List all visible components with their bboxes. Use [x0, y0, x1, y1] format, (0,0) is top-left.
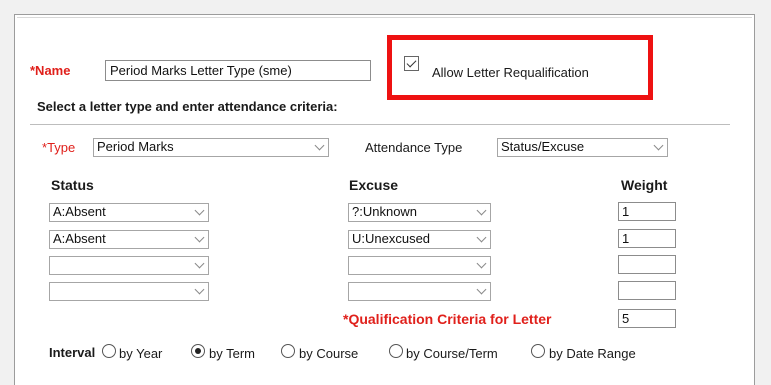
- radio-selected-icon: [195, 348, 201, 354]
- type-value: Period Marks: [97, 139, 174, 154]
- instruction-text: Select a letter type and enter attendanc…: [37, 99, 338, 114]
- name-input[interactable]: Period Marks Letter Type (sme): [105, 60, 371, 81]
- excuse-select-4[interactable]: [348, 282, 491, 301]
- weight-input-2[interactable]: 1: [618, 229, 676, 248]
- chevron-down-icon: [653, 140, 664, 151]
- attendance-type-value: Status/Excuse: [501, 139, 585, 154]
- radio-by-year-label: by Year: [119, 346, 163, 361]
- chevron-down-icon: [476, 258, 487, 269]
- chevron-down-icon: [194, 258, 205, 269]
- excuse-value: U:Unexcused: [352, 231, 431, 246]
- status-select-4[interactable]: [49, 282, 209, 301]
- radio-by-term[interactable]: [191, 344, 205, 358]
- radio-by-date-range[interactable]: [531, 344, 545, 358]
- status-select-3[interactable]: [49, 256, 209, 275]
- requalification-checkbox[interactable]: [404, 56, 419, 71]
- radio-by-date-range-label: by Date Range: [549, 346, 636, 361]
- radio-by-course-term[interactable]: [389, 344, 403, 358]
- type-label: *Type: [42, 140, 76, 155]
- chevron-down-icon: [476, 284, 487, 295]
- qualification-input[interactable]: 5: [618, 309, 676, 328]
- radio-by-course-label: by Course: [299, 346, 359, 361]
- radio-by-course[interactable]: [281, 344, 295, 358]
- excuse-value: ?:Unknown: [352, 204, 418, 219]
- divider: [30, 124, 730, 125]
- radio-by-course-term-label: by Course/Term: [406, 346, 498, 361]
- weight-input-1[interactable]: 1: [618, 202, 676, 221]
- weight-column-header: Weight: [621, 177, 668, 193]
- chevron-down-icon: [194, 232, 205, 243]
- status-column-header: Status: [51, 177, 94, 193]
- qualification-label: *Qualification Criteria for Letter: [343, 311, 552, 327]
- chevron-down-icon: [194, 205, 205, 216]
- panel-top-border: [17, 17, 752, 18]
- attendance-type-select[interactable]: Status/Excuse: [497, 138, 668, 157]
- interval-label: Interval: [49, 345, 96, 360]
- status-select-2[interactable]: A:Absent: [49, 230, 209, 249]
- chevron-down-icon: [476, 232, 487, 243]
- status-value: A:Absent: [53, 231, 106, 246]
- weight-input-3[interactable]: [618, 255, 676, 274]
- excuse-select-1[interactable]: ?:Unknown: [348, 203, 491, 222]
- checkbox-check-icon: [406, 57, 417, 68]
- status-select-1[interactable]: A:Absent: [49, 203, 209, 222]
- chevron-down-icon: [194, 284, 205, 295]
- radio-by-year[interactable]: [102, 344, 116, 358]
- excuse-select-2[interactable]: U:Unexcused: [348, 230, 491, 249]
- radio-by-term-label: by Term: [209, 346, 255, 361]
- chevron-down-icon: [476, 205, 487, 216]
- status-value: A:Absent: [53, 204, 106, 219]
- name-label: *Name: [30, 63, 71, 78]
- chevron-down-icon: [314, 140, 325, 151]
- attendance-type-label: Attendance Type: [365, 140, 463, 155]
- type-select[interactable]: Period Marks: [93, 138, 329, 157]
- weight-input-4[interactable]: [618, 281, 676, 300]
- requalification-label: Allow Letter Requalification: [432, 65, 589, 80]
- excuse-select-3[interactable]: [348, 256, 491, 275]
- excuse-column-header: Excuse: [349, 177, 399, 193]
